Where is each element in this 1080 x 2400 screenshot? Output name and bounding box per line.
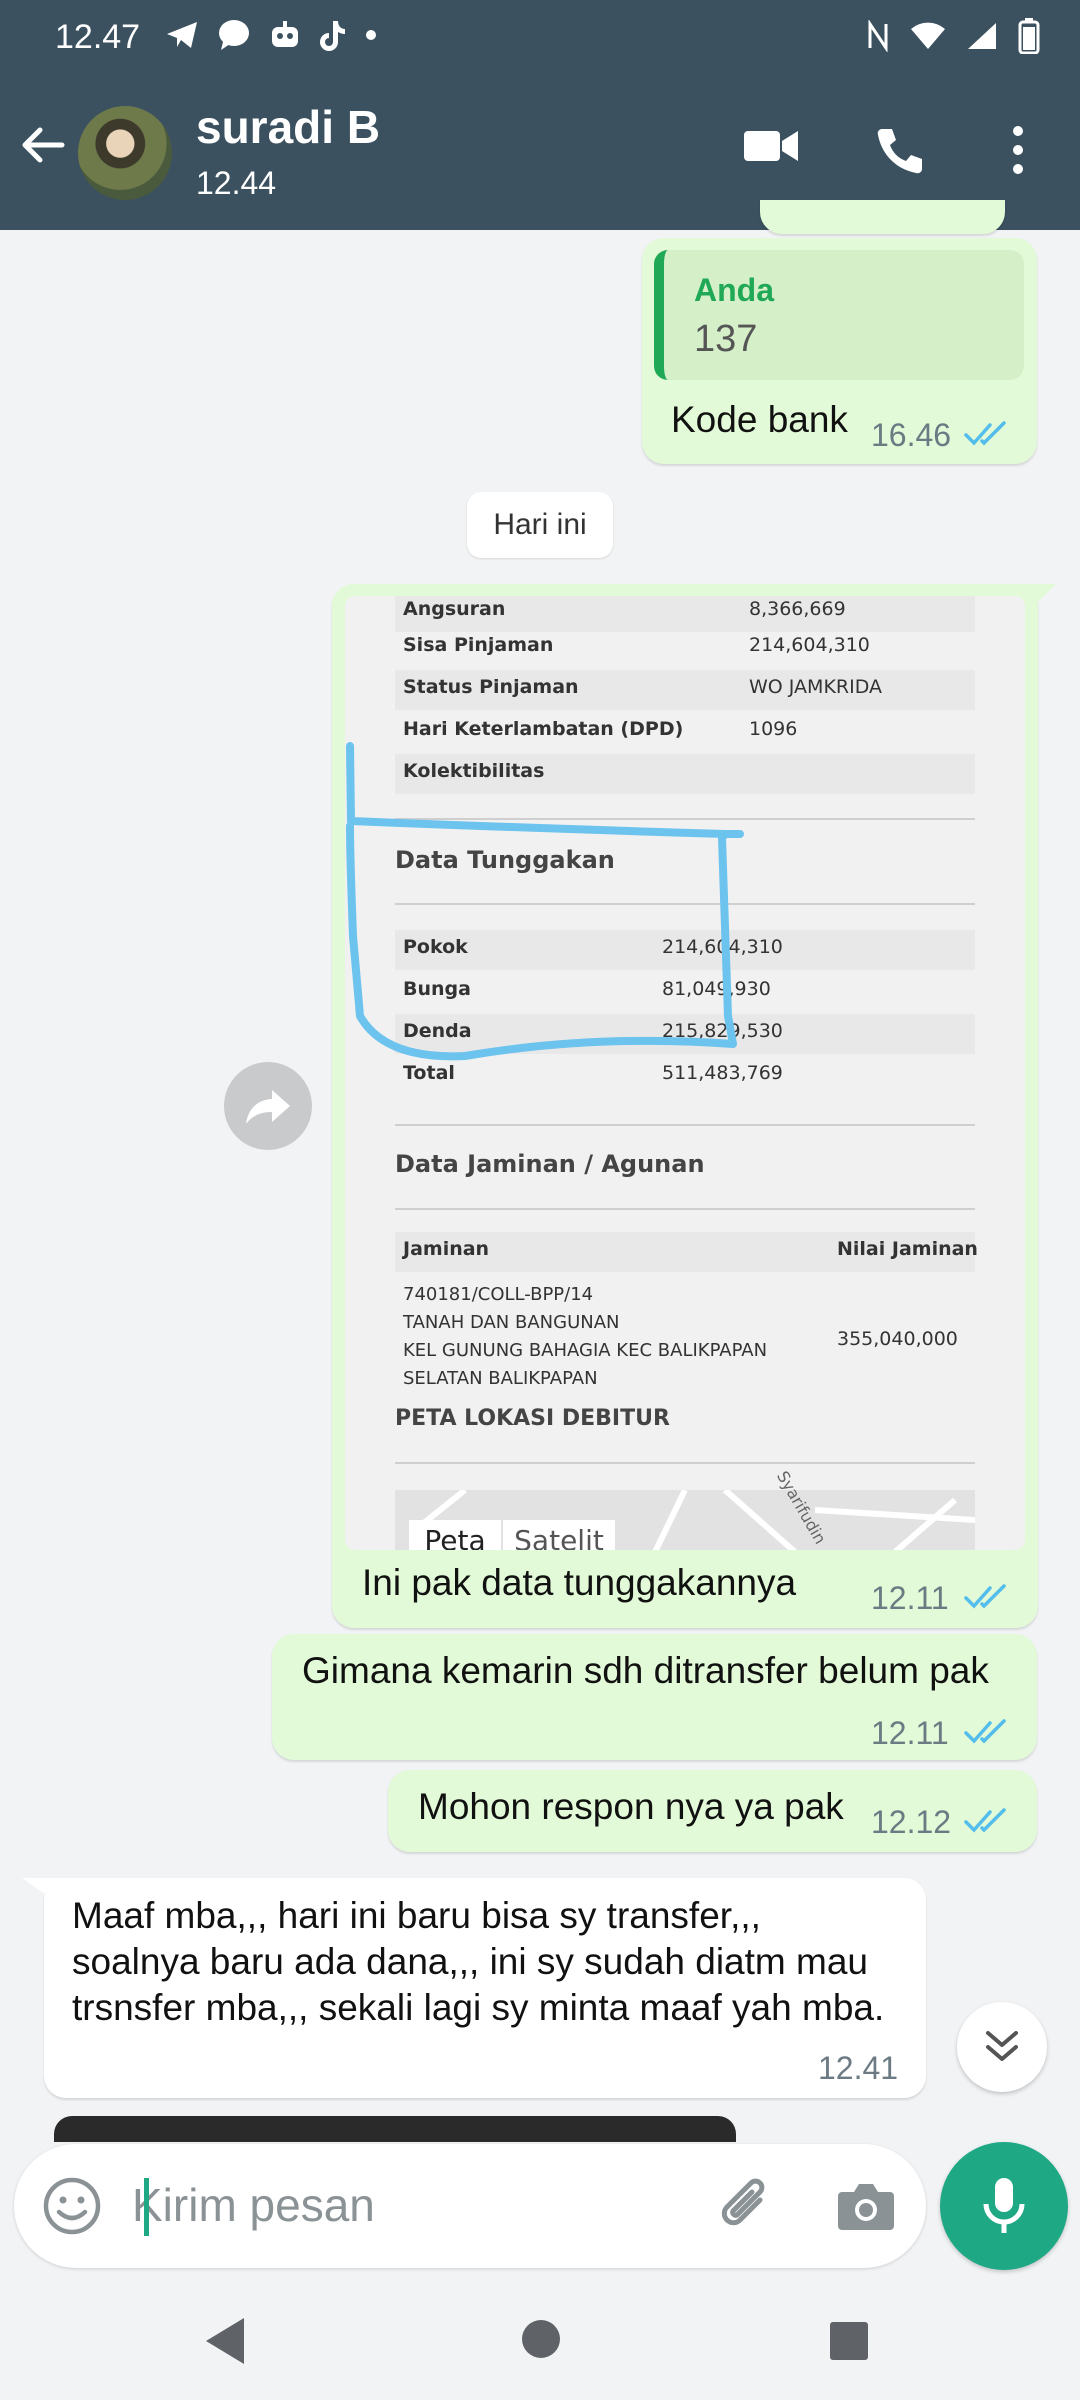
voice-call-icon[interactable]: [874, 125, 926, 177]
quote-text: 137: [694, 318, 758, 360]
back-arrow-icon[interactable]: [18, 120, 68, 170]
read-receipt-icon: [964, 1719, 1006, 1744]
microphone-icon: [983, 2178, 1025, 2233]
tiktok-icon: [320, 21, 345, 51]
emoji-icon[interactable]: [42, 2176, 102, 2236]
robot-icon: [272, 21, 298, 47]
status-system-icons: [866, 18, 1040, 54]
quote-author: Anda: [694, 272, 774, 308]
avatar[interactable]: [78, 106, 172, 200]
system-nav-bar: [0, 2290, 1080, 2400]
signal-icon: [968, 23, 996, 49]
bubble-tail: [1020, 584, 1056, 610]
forward-icon: [246, 1090, 290, 1124]
battery-icon: [1018, 18, 1040, 54]
message-text: Gimana kemarin sdh ditransfer belum pak: [302, 1650, 989, 1691]
message-text-line: Maaf mba,,, hari ini baru bisa sy transf…: [72, 1895, 761, 1936]
message-time: 12.11: [871, 1580, 949, 1616]
last-seen: 12.44: [196, 165, 277, 201]
forward-button[interactable]: [224, 1062, 312, 1150]
message-time: 12.11: [871, 1715, 949, 1751]
more-options-icon[interactable]: [1010, 125, 1026, 175]
scroll-to-bottom-button[interactable]: [957, 2002, 1047, 2092]
video-call-icon[interactable]: [742, 125, 800, 167]
message-text-line: trsnsfer mba,,, sekali lagi sy minta maa…: [72, 1987, 885, 2028]
nfc-icon: [868, 20, 888, 52]
message-composer: [14, 2144, 926, 2268]
image-caption: Ini pak data tunggakannya: [362, 1562, 797, 1603]
nav-home-icon[interactable]: [520, 2318, 562, 2360]
message-text-line: soalnya baru ada dana,,, ini sy sudah di…: [72, 1941, 868, 1982]
message-time: 12.41: [818, 2050, 899, 2086]
dot-icon: [366, 30, 376, 40]
camera-icon[interactable]: [836, 2178, 896, 2232]
nav-recents-icon[interactable]: [828, 2320, 870, 2362]
highlight-annotation: [346, 742, 744, 1061]
shared-image[interactable]: Angsuran 8,366,669 Sisa Pinjaman 214,604…: [345, 596, 1025, 1550]
message-time: 12.12: [871, 1804, 952, 1840]
telegram-icon: [167, 22, 197, 48]
next-media-message-peek: [54, 2116, 736, 2142]
double-chevron-down-icon: [986, 2031, 1018, 2061]
message-text: Mohon respon nya ya pak: [418, 1786, 844, 1827]
message-time: 16.46: [871, 417, 952, 453]
status-time: 12.47: [55, 18, 141, 56]
app-header: 12.47 suradi B 12.44: [0, 0, 1080, 230]
chat-bubble-icon: [219, 20, 249, 50]
read-receipt-icon: [964, 1584, 1006, 1609]
message-text: Kode bank: [671, 399, 848, 440]
text-caret: [144, 2178, 149, 2236]
wifi-icon: [911, 22, 945, 49]
message-input[interactable]: [132, 2170, 692, 2240]
previous-message-edge: [760, 200, 1005, 234]
attachment-icon[interactable]: [714, 2174, 778, 2238]
read-receipt-icon: [964, 1808, 1006, 1833]
date-divider: Hari ini: [467, 492, 613, 558]
read-receipt-icon: [964, 421, 1006, 446]
quoted-reply[interactable]: Anda 137: [654, 250, 1024, 380]
voice-record-button[interactable]: [940, 2142, 1068, 2270]
status-notification-icons: [165, 18, 377, 52]
nav-back-icon[interactable]: [202, 2316, 248, 2366]
contact-name[interactable]: suradi B: [196, 100, 380, 154]
